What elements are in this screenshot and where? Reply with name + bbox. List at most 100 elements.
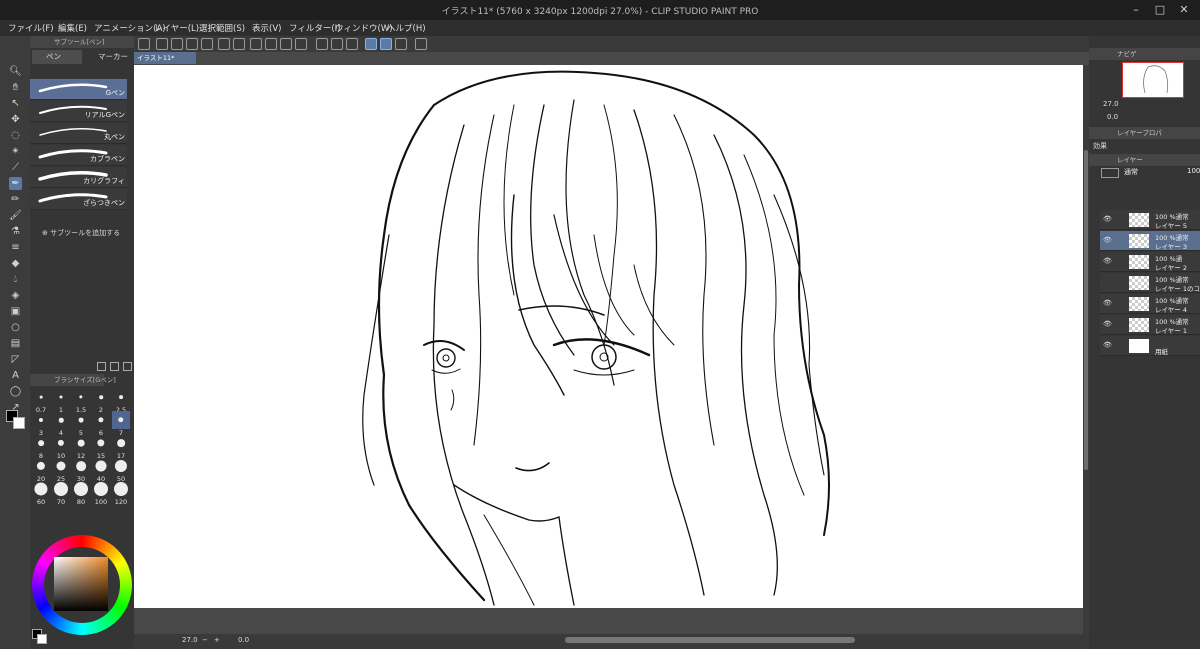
menu-edit[interactable]: 編集(E)	[58, 22, 87, 34]
document-tab[interactable]: イラスト11*	[134, 52, 196, 64]
decoration-icon[interactable]: ≡	[9, 241, 22, 254]
app-icon[interactable]	[138, 38, 150, 50]
layer-row[interactable]: 👁︎ 100 %通常 レイヤー 3	[1100, 231, 1200, 251]
save-icon[interactable]	[186, 38, 198, 50]
eyedropper-icon[interactable]: ⟋	[9, 161, 22, 174]
redo-icon[interactable]	[233, 38, 245, 50]
brush-size-option[interactable]: 0.7	[32, 388, 50, 414]
brush-rough-pen[interactable]: ざらつきペン	[30, 189, 127, 210]
eye-icon[interactable]: 👁︎	[1103, 341, 1112, 349]
tab-pen[interactable]: ペン	[32, 50, 82, 64]
layer-row[interactable]: 100 %通常 レイヤー 1のコ	[1100, 273, 1200, 293]
brush-size-option[interactable]: 6	[92, 411, 110, 437]
saturation-square[interactable]	[54, 557, 108, 611]
brush-size-option[interactable]: 2	[92, 388, 110, 414]
brush-size-option[interactable]: 17	[112, 434, 130, 460]
vertical-scroll-thumb[interactable]	[1084, 150, 1088, 470]
brush-size-option[interactable]: 20	[32, 457, 50, 483]
zoom-in-icon[interactable]: +	[214, 636, 220, 644]
lasso-icon[interactable]: ◌	[9, 129, 22, 142]
blend-mode-select[interactable]: 通常	[1124, 167, 1138, 177]
layer-row[interactable]: 👁︎ 100 %通常 レイヤー 1	[1100, 315, 1200, 335]
settings-icon[interactable]	[415, 38, 427, 50]
brush-real-g-pen[interactable]: リアルGペン	[30, 101, 127, 122]
snap-grid-icon[interactable]	[395, 38, 407, 50]
sub-color-swatch[interactable]	[13, 417, 25, 429]
brush-size-option[interactable]: 80	[72, 480, 90, 506]
snap-special-ruler-icon[interactable]	[380, 38, 392, 50]
brush-size-option[interactable]: 50	[112, 457, 130, 483]
move-icon[interactable]: ✥	[9, 113, 22, 126]
menu-help[interactable]: ヘルプ(H)	[387, 22, 426, 34]
rotation-value[interactable]: 0.0	[238, 636, 249, 644]
subtool-duplicate-icon[interactable]	[110, 362, 119, 371]
subtool-copy-icon[interactable]	[97, 362, 106, 371]
zoom-icon[interactable]: 🔍︎	[9, 65, 22, 78]
auto-select-icon[interactable]: ✴	[9, 145, 22, 158]
menu-window[interactable]: ウィンドウ(W)	[335, 22, 393, 34]
eye-icon[interactable]: 👁︎	[1103, 215, 1112, 223]
brush-size-option[interactable]: 100	[92, 480, 110, 506]
horizontal-scroll-thumb[interactable]	[565, 637, 855, 643]
brush-kabura-pen[interactable]: カブラペン	[30, 145, 127, 166]
new-file-icon[interactable]	[156, 38, 168, 50]
brush-size-option[interactable]: 8	[32, 434, 50, 460]
layer-color-icon[interactable]	[1101, 168, 1119, 178]
brush-size-option[interactable]: 1.5	[72, 388, 90, 414]
brush-size-option[interactable]: 120	[112, 480, 130, 506]
pencil-icon[interactable]: ✏︎	[9, 193, 22, 206]
brush-size-option[interactable]: 3	[32, 411, 50, 437]
trash-icon[interactable]	[123, 362, 132, 371]
menu-file[interactable]: ファイル(F)	[8, 22, 54, 34]
menu-layer[interactable]: レイヤー(L)	[154, 22, 199, 34]
brush-calligraphy[interactable]: カリグラフィ	[30, 167, 127, 188]
brush-size-option[interactable]: 25	[52, 457, 70, 483]
maximize-icon[interactable]: □	[1152, 2, 1168, 18]
layer-row[interactable]: 👁︎ 用紙	[1100, 336, 1200, 356]
eye-icon[interactable]: 👁︎	[1103, 257, 1112, 265]
airbrush-icon[interactable]: ⚗	[9, 225, 22, 238]
fill-icon[interactable]	[280, 38, 292, 50]
gradient-icon[interactable]: ▣	[9, 305, 22, 318]
add-subtool-button[interactable]: ⊕ サブツールを追加する	[42, 228, 120, 238]
brush-size-option[interactable]: 1	[52, 388, 70, 414]
tab-marker[interactable]: マーカー	[84, 50, 130, 64]
snap-ruler-icon[interactable]	[365, 38, 377, 50]
eye-icon[interactable]: 👁︎	[1103, 299, 1112, 307]
export-icon[interactable]	[201, 38, 213, 50]
hand-icon[interactable]: ✋︎	[9, 81, 22, 94]
navigator-zoom[interactable]: 27.0	[1103, 100, 1119, 108]
brush-size-option[interactable]: 7	[112, 411, 130, 437]
menu-selection[interactable]: 選択範囲(S)	[199, 22, 245, 34]
eye-icon[interactable]: 👁︎	[1103, 320, 1112, 328]
undo-icon[interactable]	[218, 38, 230, 50]
menu-view[interactable]: 表示(V)	[252, 22, 281, 34]
brush-size-option[interactable]: 15	[92, 434, 110, 460]
menu-filter[interactable]: フィルター(I)	[289, 22, 340, 34]
invert-selection-icon[interactable]	[331, 38, 343, 50]
blend-icon[interactable]: 💧︎	[9, 273, 22, 286]
layer-row[interactable]: 👁︎ 100 %通 レイヤー 2	[1100, 252, 1200, 272]
minimize-icon[interactable]: –	[1128, 2, 1144, 18]
drawing-canvas[interactable]	[134, 65, 1083, 608]
brush-round-pen[interactable]: 丸ペン	[30, 123, 127, 144]
text-icon[interactable]: A	[9, 369, 22, 382]
transform-icon[interactable]	[295, 38, 307, 50]
zoom-value[interactable]: 27.0	[182, 636, 198, 644]
brush-g-pen[interactable]: Gペン	[30, 79, 127, 100]
brush-size-option[interactable]: 5	[72, 411, 90, 437]
opacity-value[interactable]: 100	[1187, 167, 1200, 175]
operation-icon[interactable]: ↖	[9, 97, 22, 110]
brush-size-option[interactable]: 12	[72, 434, 90, 460]
open-file-icon[interactable]	[171, 38, 183, 50]
clear-outside-icon[interactable]	[265, 38, 277, 50]
balloon-icon[interactable]: ◯	[9, 385, 22, 398]
pen-icon[interactable]: ✒	[9, 177, 22, 190]
brush-size-option[interactable]: 30	[72, 457, 90, 483]
figure-icon[interactable]: ○	[9, 321, 22, 334]
close-icon[interactable]: ✕	[1176, 2, 1192, 18]
brush-size-option[interactable]: 10	[52, 434, 70, 460]
zoom-out-icon[interactable]: −	[202, 636, 208, 644]
navigator-rotation[interactable]: 0.0	[1107, 113, 1118, 121]
show-selection-icon[interactable]	[346, 38, 358, 50]
